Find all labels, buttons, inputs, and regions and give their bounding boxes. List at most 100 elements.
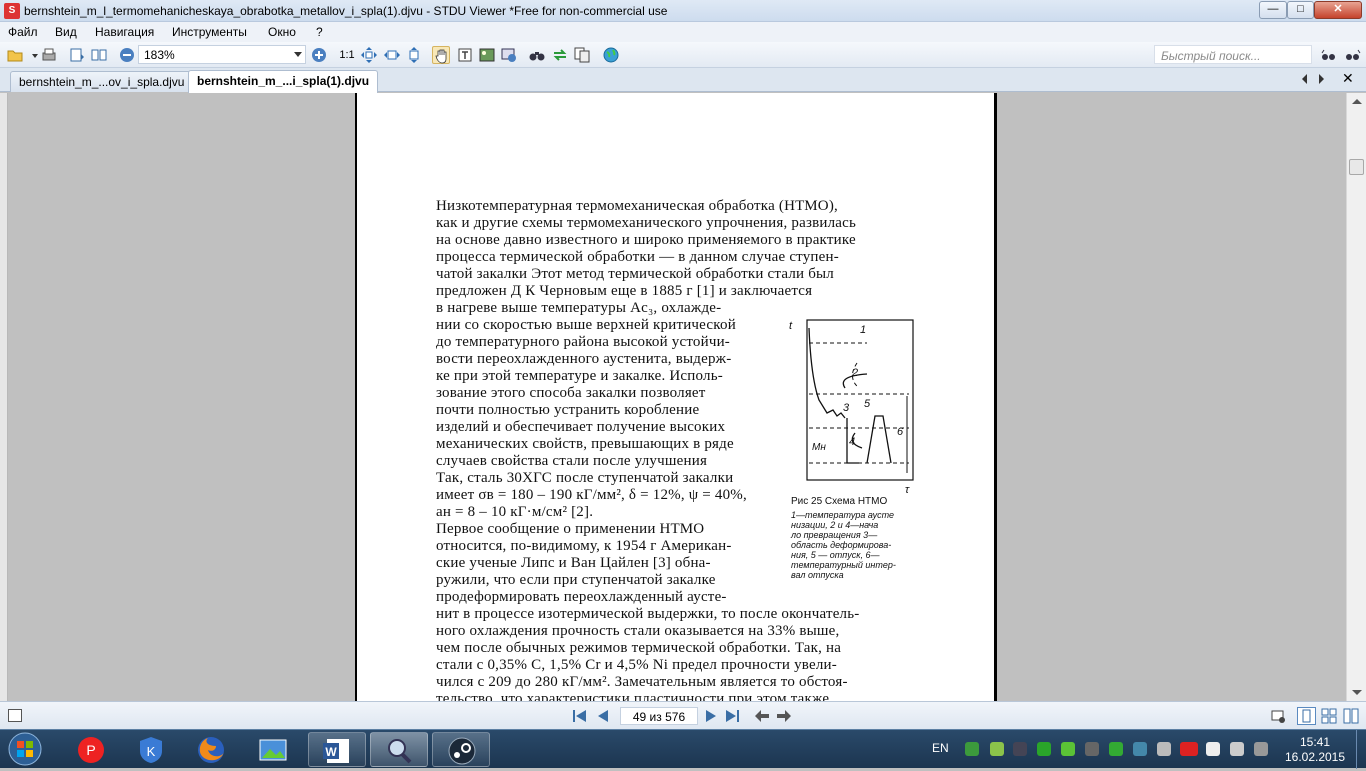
fit-page-icon[interactable] bbox=[360, 46, 378, 64]
snapshot-icon[interactable] bbox=[500, 46, 518, 64]
last-page-icon[interactable] bbox=[724, 709, 740, 723]
globe-icon[interactable] bbox=[602, 46, 620, 64]
document-view[interactable]: Низкотемпературная термомеханическая обр… bbox=[8, 93, 1346, 701]
text-line: вости переохлажденного аустенита, выдерж… bbox=[436, 351, 732, 367]
image-select-icon[interactable] bbox=[478, 46, 496, 64]
tray-keyboard-icon[interactable] bbox=[1254, 742, 1268, 756]
text-select-icon[interactable] bbox=[456, 46, 474, 64]
text-line: изделий и обеспечивает получение высоких bbox=[436, 419, 726, 435]
taskbar-app-shield[interactable]: K bbox=[122, 732, 180, 767]
tray-steam-icon[interactable] bbox=[1013, 742, 1027, 756]
menu-window[interactable]: Окно bbox=[268, 25, 296, 39]
continuous-view-icon[interactable] bbox=[1343, 708, 1359, 724]
tray-network-icon[interactable] bbox=[965, 742, 979, 756]
windows-taskbar: P K W EN 15:41 16.02.2015 bbox=[0, 729, 1366, 769]
text-line: имеет σв = 180 – 190 кГ/мм², δ = 12%, ψ … bbox=[436, 487, 747, 503]
search-prev-icon[interactable] bbox=[1320, 46, 1338, 64]
menu-tools[interactable]: Инструменты bbox=[172, 25, 247, 39]
scroll-up-icon[interactable] bbox=[1352, 99, 1362, 104]
firefox-icon[interactable] bbox=[182, 732, 240, 767]
image-viewer-icon[interactable] bbox=[244, 732, 302, 767]
search-next-icon[interactable] bbox=[1344, 46, 1362, 64]
scroll-thumb[interactable] bbox=[1349, 159, 1364, 175]
text-line: Первое сообщение о применении НТМО bbox=[436, 521, 705, 537]
grid-view-icon[interactable] bbox=[1321, 708, 1337, 724]
menu-navigation[interactable]: Навигация bbox=[95, 25, 154, 39]
caption-line: температурный интер- bbox=[791, 560, 896, 570]
figure-label-mn: Mн bbox=[812, 442, 826, 453]
steam-icon[interactable] bbox=[432, 732, 490, 767]
language-indicator[interactable]: EN bbox=[932, 741, 949, 755]
settings-icon[interactable] bbox=[1270, 708, 1286, 724]
next-page-icon[interactable] bbox=[704, 709, 718, 723]
taskbar-clock[interactable]: 15:41 16.02.2015 bbox=[1280, 735, 1350, 765]
sidebar-toggle-icon[interactable] bbox=[8, 709, 22, 722]
maximize-button[interactable]: □ bbox=[1287, 1, 1314, 19]
tab-scroll-right-icon[interactable] bbox=[1319, 74, 1324, 84]
zoom-in-icon[interactable] bbox=[310, 46, 328, 64]
tray-sync-icon[interactable] bbox=[1061, 742, 1075, 756]
show-desktop-button[interactable] bbox=[1356, 730, 1366, 769]
tray-signal-icon[interactable] bbox=[1206, 742, 1220, 756]
tray-volume-icon[interactable] bbox=[1230, 742, 1244, 756]
word-icon[interactable]: W bbox=[308, 732, 366, 767]
print-icon[interactable] bbox=[40, 46, 58, 64]
close-button[interactable]: ✕ bbox=[1314, 1, 1362, 19]
figure-caption-title: Рис 25 Схема НТМО bbox=[791, 496, 888, 507]
figure-axis-t: t bbox=[789, 320, 793, 332]
tray-green-2-icon[interactable] bbox=[1109, 742, 1123, 756]
tray-ati-icon[interactable] bbox=[1180, 742, 1198, 756]
page-number-field[interactable]: 49 из 576 bbox=[620, 707, 698, 725]
actual-size-button[interactable]: 1:1 bbox=[338, 46, 356, 64]
tab-document-1[interactable]: bernshtein_m_...ov_i_spla.djvu bbox=[10, 71, 194, 92]
menu-view[interactable]: Вид bbox=[55, 25, 77, 39]
text-line: стали с 0,35% С, 1,5% Cr и 4,5% Ni преде… bbox=[436, 657, 837, 673]
text-line: нии со скоростью выше верхней критическо… bbox=[436, 317, 736, 333]
two-page-icon[interactable] bbox=[90, 46, 108, 64]
sidebar-collapsed-strip[interactable] bbox=[0, 93, 8, 701]
hand-tool-icon[interactable] bbox=[432, 46, 450, 64]
history-forward-icon[interactable] bbox=[776, 709, 792, 723]
fit-height-icon[interactable] bbox=[405, 46, 423, 64]
menu-help[interactable]: ? bbox=[316, 25, 323, 39]
text-line: ке при этой температуре и закалке. Испол… bbox=[436, 368, 723, 384]
zoom-out-icon[interactable] bbox=[118, 46, 136, 64]
tab-document-2[interactable]: bernshtein_m_...i_spla(1).djvu bbox=[188, 70, 379, 93]
tab-scroll-left-icon[interactable] bbox=[1302, 74, 1307, 84]
title-bar: S bernshtein_m_l_termomehanicheskaya_obr… bbox=[0, 0, 1366, 22]
open-dropdown-icon[interactable] bbox=[26, 46, 38, 64]
text-line: механических свойств, превышающих в ряде bbox=[436, 436, 734, 452]
vertical-scrollbar[interactable] bbox=[1346, 93, 1366, 701]
tray-gray-icon[interactable] bbox=[1085, 742, 1099, 756]
prev-page-icon[interactable] bbox=[596, 709, 610, 723]
minimize-button[interactable]: — bbox=[1259, 1, 1287, 19]
tray-green-icon[interactable] bbox=[1037, 742, 1051, 756]
page-view-icon[interactable] bbox=[68, 46, 86, 64]
menu-file[interactable]: Файл bbox=[8, 25, 38, 39]
tab-close-icon[interactable]: ✕ bbox=[1342, 70, 1354, 87]
sync-icon[interactable] bbox=[551, 46, 569, 64]
find-icon[interactable] bbox=[528, 46, 546, 64]
caption-line: вал отпуска bbox=[791, 570, 844, 580]
text-line: чем после обычных режимов термической об… bbox=[436, 640, 842, 656]
status-bar: 49 из 576 bbox=[0, 701, 1366, 729]
stdu-viewer-icon[interactable] bbox=[370, 732, 428, 767]
copy-icon[interactable] bbox=[573, 46, 591, 64]
tray-monitor-icon[interactable] bbox=[1133, 742, 1147, 756]
open-folder-icon[interactable] bbox=[6, 46, 24, 64]
quick-search-input[interactable]: Быстрый поиск... bbox=[1154, 45, 1312, 64]
document-tabs: bernshtein_m_...ov_i_spla.djvu bernshtei… bbox=[0, 68, 1366, 93]
figure-label-1: 1 bbox=[860, 324, 867, 336]
taskbar-app-red[interactable]: P bbox=[62, 732, 120, 767]
text-line: тельство, что характеристики пластичност… bbox=[436, 691, 830, 701]
fit-width-icon[interactable] bbox=[383, 46, 401, 64]
first-page-icon[interactable] bbox=[572, 709, 588, 723]
start-button[interactable] bbox=[6, 731, 44, 768]
tray-flag-icon[interactable] bbox=[1157, 742, 1171, 756]
scroll-down-icon[interactable] bbox=[1352, 690, 1362, 695]
tray-app-icon[interactable] bbox=[990, 742, 1004, 756]
figure-label-2: 2 bbox=[852, 367, 859, 379]
history-back-icon[interactable] bbox=[754, 709, 770, 723]
zoom-select[interactable]: 183% bbox=[138, 45, 306, 64]
single-page-view-icon[interactable] bbox=[1297, 707, 1316, 725]
